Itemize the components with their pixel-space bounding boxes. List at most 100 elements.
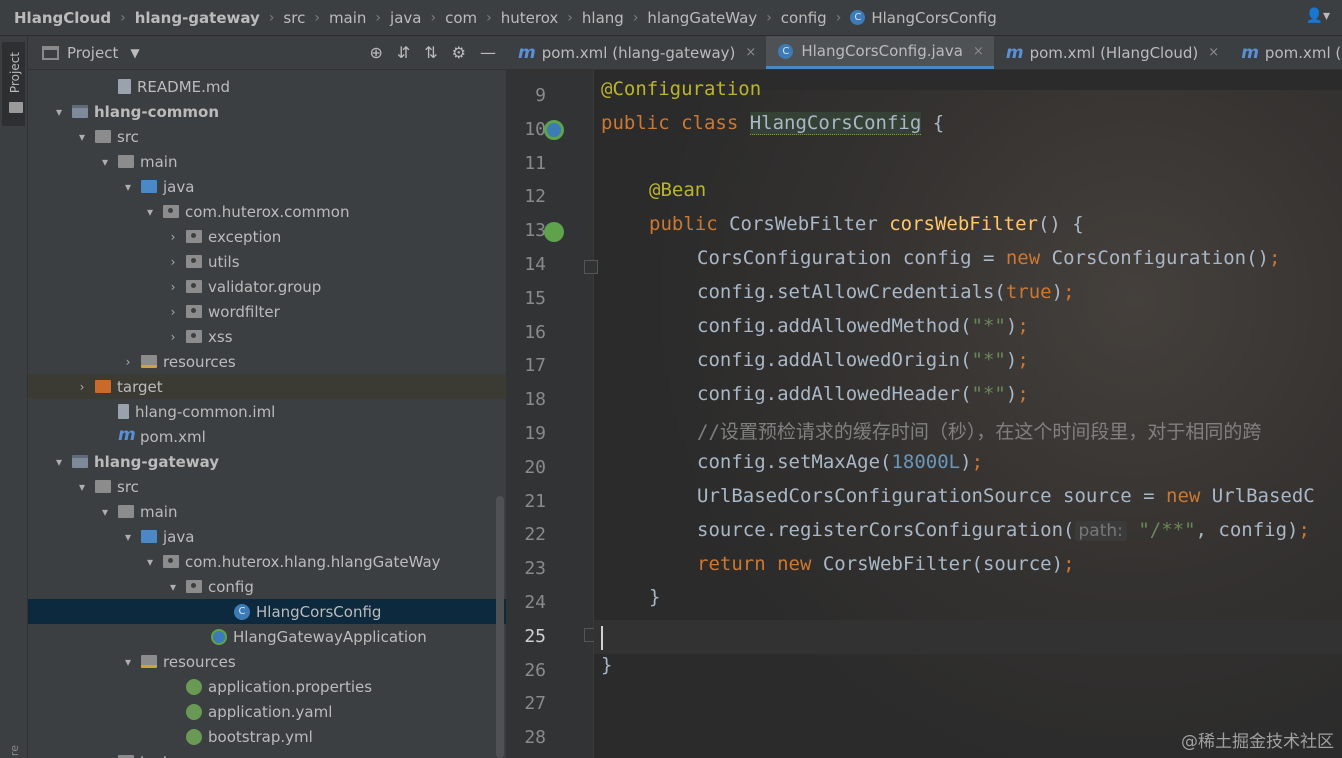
tree-item[interactable]: › test — [28, 749, 506, 758]
expand-all-icon[interactable]: ⇵ — [397, 43, 410, 62]
tree-item[interactable]: › exception — [28, 224, 506, 249]
breadcrumb-item[interactable]: huterox — [501, 9, 559, 27]
breadcrumb-item[interactable]: hlang-gateway — [135, 9, 260, 27]
tree-item[interactable]: ▾ resources — [28, 649, 506, 674]
close-icon[interactable]: × — [1208, 45, 1219, 60]
editor-tab[interactable]: m pom.xml (hlang-gateway) × — [506, 36, 766, 69]
hide-panel-icon[interactable]: — — [480, 43, 496, 62]
tree-item[interactable]: C HlangCorsConfig — [28, 599, 506, 624]
breadcrumb-item[interactable]: HlangCorsConfig — [871, 9, 996, 27]
locate-file-icon[interactable]: ⊕ — [369, 43, 382, 62]
project-window-icon — [42, 45, 59, 60]
tree-item[interactable]: › validator.group — [28, 274, 506, 299]
breadcrumb-item[interactable]: main — [329, 9, 366, 27]
tree-item[interactable]: ▾ hlang-common — [28, 99, 506, 124]
tree-item[interactable]: › target — [28, 374, 506, 399]
project-view-selector[interactable]: Project — [67, 44, 118, 62]
tree-item[interactable]: ▾ com.huterox.common — [28, 199, 506, 224]
tree-item[interactable]: ▾ java — [28, 174, 506, 199]
tree-item[interactable]: › utils — [28, 249, 506, 274]
tree-item[interactable]: › wordfilter — [28, 299, 506, 324]
tree-item[interactable]: bootstrap.yml — [28, 724, 506, 749]
breadcrumb-item[interactable]: hlangGateWay — [647, 9, 757, 27]
chevron-right-icon[interactable]: › — [166, 230, 180, 244]
tree-item-label: com.huterox.common — [185, 202, 350, 221]
chevron-right-icon[interactable]: › — [166, 305, 180, 319]
tree-item[interactable]: ▾ hlang-gateway — [28, 449, 506, 474]
code-area[interactable]: @Configuration public class HlangCorsCon… — [594, 70, 1342, 758]
editor-tabs: m pom.xml (hlang-gateway) × C HlangCorsConfi… — [506, 36, 1342, 70]
package-icon — [186, 280, 202, 293]
chevron-down-icon[interactable]: ▾ — [121, 530, 135, 544]
string-literal: "/**" — [1138, 519, 1196, 541]
line-number: 17 — [524, 355, 546, 377]
close-icon[interactable]: × — [745, 45, 756, 60]
code-line-16: config.addAllowedMethod("*"); — [697, 315, 1029, 337]
chevron-right-icon[interactable]: › — [166, 330, 180, 344]
tree-item[interactable]: ▾ main — [28, 499, 506, 524]
tree-item[interactable]: › resources — [28, 349, 506, 374]
chevron-down-icon[interactable]: ▼ — [130, 46, 139, 60]
breadcrumb-item[interactable]: src — [283, 9, 305, 27]
editor-tab[interactable]: m pom.xml (HlangCloud) × — [994, 36, 1229, 69]
tree-item[interactable]: ▾ src — [28, 474, 506, 499]
breadcrumb-item[interactable]: hlang — [582, 9, 624, 27]
breadcrumb-separator-icon: › — [766, 9, 772, 26]
editor-tab[interactable]: C HlangCorsConfig.java × — [766, 36, 994, 69]
tree-item[interactable]: HlangGatewayApplication — [28, 624, 506, 649]
tree-item[interactable]: application.yaml — [28, 699, 506, 724]
code-line-10: public class HlangCorsConfig { — [601, 112, 944, 135]
chevron-down-icon[interactable]: ▾ — [121, 180, 135, 194]
project-tool-tab[interactable]: Project — [2, 42, 25, 126]
breadcrumb-item[interactable]: config — [781, 9, 827, 27]
tree-item[interactable]: hlang-common.iml — [28, 399, 506, 424]
chevron-right-icon[interactable]: › — [121, 355, 135, 369]
tree-item[interactable]: ▾ main — [28, 149, 506, 174]
chevron-right-icon[interactable]: › — [166, 280, 180, 294]
collapse-all-icon[interactable]: ⇅ — [424, 43, 437, 62]
chevron-down-icon[interactable]: ▾ — [52, 105, 66, 119]
tree-item[interactable]: › xss — [28, 324, 506, 349]
project-scrollbar[interactable] — [496, 496, 504, 758]
semicolon: ; — [1063, 281, 1075, 303]
chevron-right-icon[interactable]: › — [166, 255, 180, 269]
cls-icon: C — [234, 603, 250, 620]
line-number: 16 — [524, 321, 546, 343]
chevron-down-icon[interactable]: ▾ — [98, 155, 112, 169]
tree-item[interactable]: application.properties — [28, 674, 506, 699]
tree-item[interactable]: m pom.xml — [28, 424, 506, 449]
left-tool-strip: Project re — [0, 36, 28, 758]
chevron-down-icon[interactable]: ▾ — [143, 555, 157, 569]
chevron-down-icon[interactable]: ▾ — [166, 580, 180, 594]
chevron-down-icon[interactable]: ▾ — [52, 455, 66, 469]
chevron-down-icon[interactable]: ▾ — [98, 505, 112, 519]
chevron-down-icon[interactable]: ▾ — [75, 480, 89, 494]
user-menu-button[interactable]: 👤▾ — [1306, 8, 1330, 24]
tree-item[interactable]: ▾ com.huterox.hlang.hlangGateWay — [28, 549, 506, 574]
code-text: } — [649, 586, 661, 608]
string-literal: "*" — [971, 383, 1006, 405]
breadcrumb-item[interactable]: HlangCloud — [14, 9, 111, 27]
close-icon[interactable]: × — [973, 44, 984, 59]
tree-item-label: application.properties — [208, 677, 373, 696]
code-line-13: public CorsWebFilter corsWebFilter() { — [649, 213, 1084, 235]
spring-bean-icon[interactable] — [544, 222, 564, 242]
tree-item[interactable]: README.md — [28, 74, 506, 99]
breadcrumb-item[interactable]: java — [390, 9, 421, 27]
tree-item[interactable]: ▾ config — [28, 574, 506, 599]
code-line-18: config.addAllowedHeader("*"); — [697, 383, 1029, 405]
breadcrumb-item[interactable]: com — [445, 9, 477, 27]
gear-icon[interactable]: ⚙ — [452, 43, 466, 62]
chevron-down-icon[interactable]: ▾ — [121, 655, 135, 669]
editor-tab[interactable]: m pom.xml (hlang — [1229, 36, 1342, 69]
chevron-down-icon[interactable]: ▾ — [143, 205, 157, 219]
chevron-down-icon[interactable]: ▾ — [75, 130, 89, 144]
tree-item[interactable]: ▾ java — [28, 524, 506, 549]
tree-item-label: java — [163, 527, 195, 546]
chevron-right-icon[interactable]: › — [98, 755, 112, 758]
spring-bean-config-icon[interactable] — [544, 120, 564, 140]
chevron-right-icon[interactable]: › — [75, 380, 89, 394]
navigation-bar: HlangCloud › hlang-gateway › src › main › java › c… — [0, 0, 1342, 36]
bottom-tool-tab-label[interactable]: re — [8, 745, 21, 756]
tree-item[interactable]: ▾ src — [28, 124, 506, 149]
